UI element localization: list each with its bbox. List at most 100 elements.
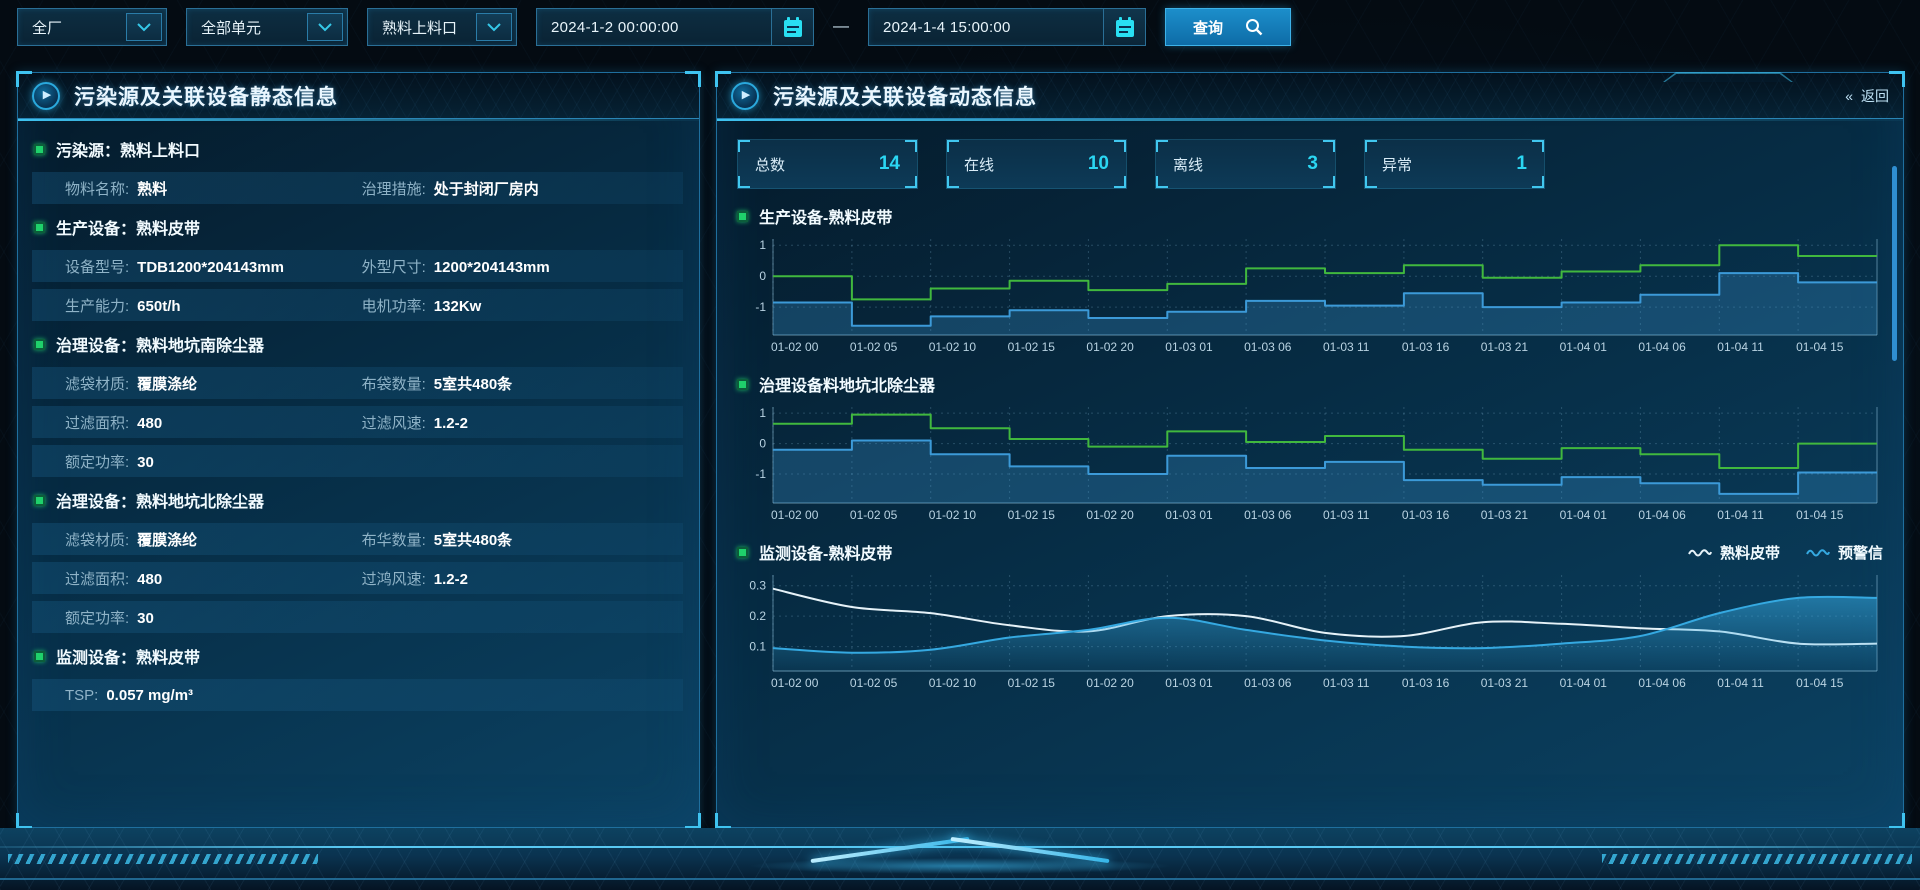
stat-label: 离线 [1173, 154, 1203, 175]
date-range-separator: — [833, 18, 849, 36]
date-from-input[interactable]: 2024-1-2 00:00:00 [536, 8, 814, 46]
field-label: 滤袋材质: [65, 373, 129, 394]
vertical-scrollbar[interactable] [1892, 166, 1897, 361]
chart-section-monitoring: 监测设备-熟料皮带 熟料皮带 预警信 0.30.20.101-02 0001-0… [737, 539, 1883, 693]
info-row: 物料名称:熟料 治理措施:处于封闭厂房内 [32, 172, 683, 204]
bullet-icon [34, 339, 45, 350]
field-label: 外型尺寸: [362, 256, 426, 277]
svg-text:01-03 01: 01-03 01 [1165, 508, 1213, 522]
field-value: 1.2-2 [434, 415, 468, 432]
svg-text:01-03 21: 01-03 21 [1481, 340, 1529, 354]
bullet-icon [34, 651, 45, 662]
dynamic-info-header: ▶ 污染源及关联设备动态信息 « 返回 [717, 73, 1903, 119]
stat-label: 在线 [964, 154, 994, 175]
field-value: TDB1200*204143mm [137, 259, 284, 276]
svg-text:01-02 10: 01-02 10 [929, 676, 977, 690]
svg-text:01-02 05: 01-02 05 [850, 340, 898, 354]
svg-text:0.3: 0.3 [749, 579, 766, 593]
bullet-icon [737, 547, 748, 558]
field-label: 治理措施: [362, 178, 426, 199]
field-label: 生产能力: [65, 295, 129, 316]
field-value: 覆膜涤纶 [137, 529, 197, 550]
footer-glow [750, 858, 1170, 874]
calendar-icon[interactable] [1103, 9, 1145, 45]
svg-text:01-03 21: 01-03 21 [1481, 676, 1529, 690]
info-row: 额定功率:30 [32, 445, 683, 477]
unit-select-value: 全部单元 [201, 17, 261, 38]
svg-text:1: 1 [759, 406, 766, 420]
static-info-body: 污染源：熟料上料口 物料名称:熟料 治理措施:处于封闭厂房内 生产设备：熟料皮带… [18, 119, 699, 711]
field-value: 30 [137, 610, 154, 627]
source-select[interactable]: 熟料上料口 [367, 8, 517, 46]
svg-text:01-02 00: 01-02 00 [771, 340, 819, 354]
footer-hatch-right [1602, 854, 1912, 864]
stat-value: 1 [1516, 153, 1527, 175]
play-icon: ▶ [32, 82, 60, 110]
plant-select[interactable]: 全厂 [17, 8, 167, 46]
field-value: 1200*204143mm [434, 259, 550, 276]
svg-text:01-04 06: 01-04 06 [1638, 676, 1686, 690]
section-title: 生产设备：熟料皮带 [56, 215, 200, 239]
info-row: 设备型号: TDB1200*204143mm 外型尺寸: 1200*204143mm [32, 250, 683, 282]
back-button-label: 返回 [1861, 86, 1889, 106]
stat-value: 14 [879, 153, 900, 175]
section-header-production-equipment: 生产设备：熟料皮带 [18, 211, 699, 243]
svg-text:01-04 01: 01-04 01 [1560, 508, 1608, 522]
info-row: TSP:0.057 mg/m³ [32, 679, 683, 711]
back-arrow-icon: « [1845, 88, 1853, 104]
section-header-treatment-equipment-south: 治理设备：熟料地坑南除尘器 [18, 328, 699, 360]
static-info-panel: ▶ 污染源及关联设备静态信息 污染源：熟料上料口 物料名称:熟料 治理措施:处于… [17, 72, 700, 828]
section-header-monitoring-equipment: 监测设备：熟料皮带 [18, 640, 699, 672]
static-info-title: 污染源及关联设备静态信息 [74, 81, 338, 111]
field-value: 5室共480条 [434, 529, 512, 550]
legend-label: 熟料皮带 [1720, 542, 1780, 563]
svg-text:01-04 01: 01-04 01 [1560, 676, 1608, 690]
svg-text:01-04 06: 01-04 06 [1638, 340, 1686, 354]
back-button[interactable]: « 返回 [1845, 86, 1889, 106]
info-row: 过滤面积:480 过滤风速:1.2-2 [32, 406, 683, 438]
chevron-down-icon [307, 13, 343, 41]
date-to-value: 2024-1-4 15:00:00 [883, 19, 1011, 36]
date-from-value: 2024-1-2 00:00:00 [551, 19, 679, 36]
stat-card-abnormal: 异常 1 [1364, 139, 1545, 189]
stat-value: 10 [1088, 153, 1109, 175]
monitoring-line-chart: 0.30.20.101-02 0001-02 0501-02 1001-02 1… [737, 569, 1885, 693]
calendar-icon[interactable] [771, 9, 813, 45]
svg-text:0: 0 [759, 437, 766, 451]
field-label: 布华数量: [362, 529, 426, 550]
query-button[interactable]: 查询 [1165, 8, 1291, 46]
svg-text:01-03 21: 01-03 21 [1481, 508, 1529, 522]
unit-select[interactable]: 全部单元 [186, 8, 348, 46]
svg-text:1: 1 [759, 238, 766, 252]
svg-text:-1: -1 [755, 300, 766, 314]
field-label: 设备型号: [65, 256, 129, 277]
svg-text:01-04 01: 01-04 01 [1560, 340, 1608, 354]
bullet-icon [737, 211, 748, 222]
plant-select-value: 全厂 [32, 17, 62, 38]
field-value: 5室共480条 [434, 373, 512, 394]
svg-text:01-03 11: 01-03 11 [1323, 676, 1370, 690]
field-label: 电机功率: [362, 295, 426, 316]
stat-value: 3 [1307, 153, 1318, 175]
svg-text:01-04 06: 01-04 06 [1638, 508, 1686, 522]
chart-section-production: 生产设备-熟料皮带 10-101-02 0001-02 0501-02 1001… [737, 203, 1883, 357]
production-step-chart: 10-101-02 0001-02 0501-02 1001-02 1501-0… [737, 233, 1885, 357]
svg-text:01-04 11: 01-04 11 [1717, 508, 1764, 522]
svg-text:01-02 05: 01-02 05 [850, 676, 898, 690]
svg-text:01-04 15: 01-04 15 [1796, 340, 1844, 354]
bullet-icon [34, 144, 45, 155]
device-stats-row: 总数 14 在线 10 离线 3 异常 1 [737, 139, 1883, 189]
header-trapezoid-decoration [1663, 72, 1793, 82]
svg-text:01-03 06: 01-03 06 [1244, 340, 1292, 354]
stat-card-online: 在线 10 [946, 139, 1127, 189]
stat-label: 异常 [1382, 154, 1412, 175]
footer-decoration [0, 828, 1920, 890]
chart-title: 治理设备料地坑北除尘器 [759, 372, 935, 396]
date-to-input[interactable]: 2024-1-4 15:00:00 [868, 8, 1146, 46]
svg-text:01-03 06: 01-03 06 [1244, 508, 1292, 522]
svg-text:01-02 15: 01-02 15 [1008, 508, 1056, 522]
chevron-down-icon [126, 13, 162, 41]
svg-text:01-03 06: 01-03 06 [1244, 676, 1292, 690]
svg-text:01-03 01: 01-03 01 [1165, 676, 1213, 690]
footer-line [0, 878, 1920, 880]
